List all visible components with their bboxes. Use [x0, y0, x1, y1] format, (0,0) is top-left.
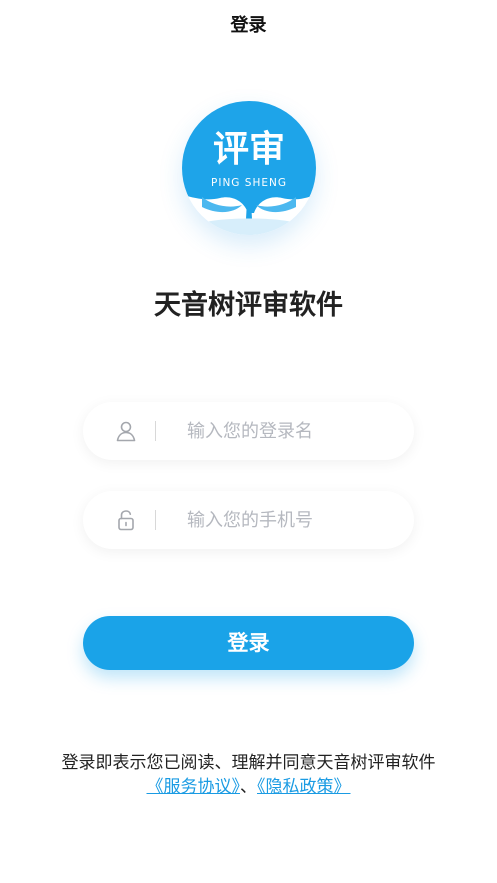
field-divider — [155, 421, 156, 441]
field-divider — [155, 510, 156, 530]
unlock-icon — [114, 508, 138, 532]
logo-main-text: 评审 — [213, 129, 285, 170]
app-logo: 评审 PING SHENG — [182, 101, 316, 235]
phone-field — [83, 491, 414, 549]
privacy-policy-link[interactable]: 《隐私政策》 — [257, 777, 351, 797]
login-button[interactable]: 登录 — [83, 616, 414, 670]
user-icon — [114, 419, 138, 443]
page-title: 登录 — [230, 15, 267, 36]
service-agreement-link[interactable]: 《服务协议》 — [147, 777, 241, 797]
agreement-links: 《服务协议》、《隐私政策》 — [0, 775, 497, 799]
logo-sub-text: PING SHENG — [211, 177, 287, 189]
username-field — [83, 402, 414, 460]
tree-logo-icon: 评审 PING SHENG — [182, 101, 316, 235]
phone-input[interactable] — [187, 491, 397, 549]
agreement-text: 登录即表示您已阅读、理解并同意天音树评审软件 — [61, 753, 436, 773]
username-input[interactable] — [187, 402, 397, 460]
agreement-separator: 、 — [240, 777, 257, 797]
app-name: 天音树评审软件 — [154, 290, 343, 321]
